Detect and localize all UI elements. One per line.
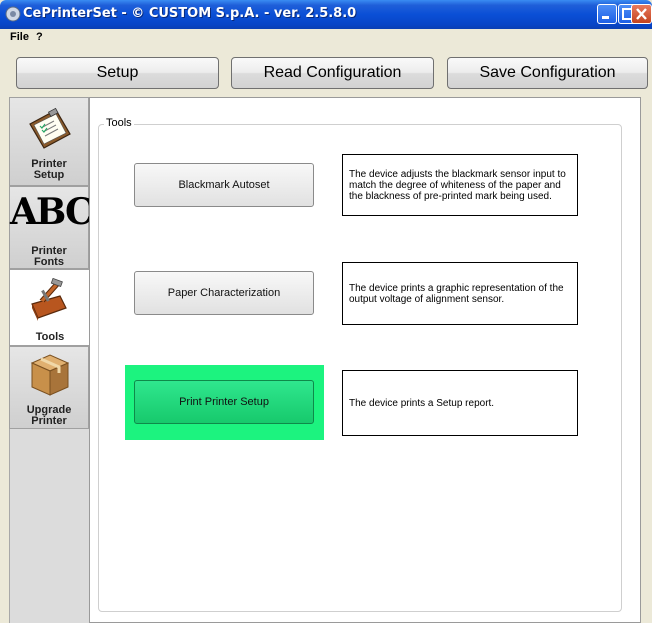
menu-help[interactable]: ? xyxy=(36,31,43,43)
window-title: CePrinterSet - © CUSTOM S.p.A. - ver. 2.… xyxy=(23,6,357,21)
sidebar-item-upgrade-printer[interactable]: Upgrade Printer xyxy=(9,346,89,429)
menu-bar: File ? xyxy=(0,29,652,48)
print-printer-setup-button[interactable]: Print Printer Setup xyxy=(134,380,314,424)
sidebar-item-printer-fonts[interactable]: ABC Printer Fonts xyxy=(9,186,94,269)
action-description: The device prints a Setup report. xyxy=(342,370,578,436)
blackmark-autoset-button[interactable]: Blackmark Autoset xyxy=(134,163,314,207)
sidebar-item-tools[interactable]: Tools xyxy=(9,269,90,346)
title-bar[interactable]: CePrinterSet - © CUSTOM S.p.A. - ver. 2.… xyxy=(0,0,652,29)
read-configuration-button[interactable]: Read Configuration xyxy=(231,57,434,89)
description-text: The device adjusts the blackmark sensor … xyxy=(349,168,566,202)
action-description: The device adjusts the blackmark sensor … xyxy=(342,154,578,216)
close-icon xyxy=(636,8,647,20)
menu-file[interactable]: File xyxy=(10,31,29,43)
minimize-button[interactable] xyxy=(597,4,617,24)
window-frame-right xyxy=(641,97,652,623)
groupbox-title: Tools xyxy=(104,117,134,129)
close-button[interactable] xyxy=(631,4,652,24)
save-configuration-button[interactable]: Save Configuration xyxy=(447,57,648,89)
sidebar-item-label: Fonts xyxy=(34,256,64,268)
minimize-icon xyxy=(602,16,609,19)
sidebar-item-label: Setup xyxy=(33,169,65,181)
abc-font-icon: ABC xyxy=(10,191,94,233)
toolbox-icon xyxy=(31,278,67,321)
setup-button[interactable]: Setup xyxy=(16,57,219,89)
sidebar-item-printer-setup[interactable]: Printer Setup xyxy=(9,97,89,186)
description-text: The device prints a Setup report. xyxy=(349,397,495,409)
action-description: The device prints a graphic representati… xyxy=(342,262,578,325)
description-text: The device prints a graphic representati… xyxy=(349,282,564,305)
app-icon xyxy=(5,6,21,22)
clipboard-icon xyxy=(29,107,71,149)
sidebar-item-label: Tools xyxy=(35,331,65,343)
box-icon xyxy=(30,354,70,396)
sidebar-item-label: Printer xyxy=(31,415,67,427)
paper-characterization-button[interactable]: Paper Characterization xyxy=(134,271,314,315)
